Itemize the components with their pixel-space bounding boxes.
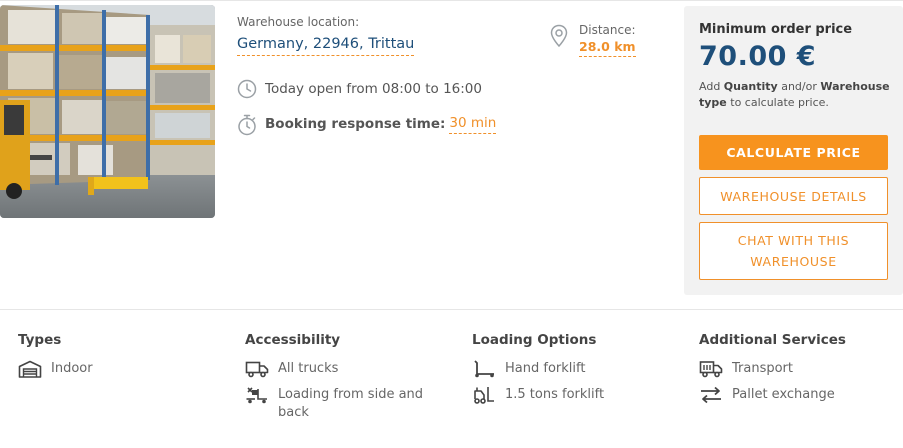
service-pallet-exchange: Pallet exchange: [732, 387, 835, 402]
min-order-price-value: 70.00 €: [699, 41, 817, 72]
price-hint-suffix: to calculate price.: [726, 96, 829, 109]
distance-value[interactable]: 28.0 km: [579, 39, 636, 57]
list-item: Transport: [699, 360, 846, 378]
map-pin-icon: [550, 24, 568, 48]
loading-options-section: Loading Options Hand forklift 1.5 tons f…: [472, 332, 604, 412]
hand-pallet-truck-icon: [472, 360, 496, 378]
calculate-price-button[interactable]: CALCULATE PRICE: [699, 135, 888, 170]
loading-dock-icon: [245, 386, 269, 404]
service-transport: Transport: [732, 361, 794, 376]
location-value[interactable]: Germany, 22946, Trittau: [237, 36, 415, 56]
clock-icon: [237, 79, 257, 99]
exchange-arrows-icon: [699, 386, 723, 404]
type-indoor: Indoor: [51, 361, 93, 376]
opening-hours-text: Today open from 08:00 to 16:00: [265, 81, 482, 97]
additional-services-title: Additional Services: [699, 332, 846, 348]
opening-hours: Today open from 08:00 to 16:00: [237, 79, 482, 99]
loading-tons-forklift: 1.5 tons forklift: [505, 387, 605, 402]
delivery-truck-icon: [699, 360, 723, 378]
warehouse-details-button[interactable]: WAREHOUSE DETAILS: [699, 177, 888, 215]
location-label: Warehouse location:: [237, 15, 360, 29]
loading-options-title: Loading Options: [472, 332, 597, 348]
response-time-value[interactable]: 30 min: [449, 115, 497, 134]
accessibility-title: Accessibility: [245, 332, 341, 348]
stopwatch-icon: [237, 114, 257, 136]
price-hint-quantity: Quantity: [723, 80, 778, 93]
chat-with-warehouse-button[interactable]: CHAT WITH THIS WAREHOUSE: [699, 222, 888, 280]
distance-label: Distance:: [579, 23, 636, 37]
accessibility-side-and-back: Loading from side and back: [278, 387, 424, 420]
response-time-label: Booking response time:: [265, 116, 446, 132]
list-item: Indoor: [18, 360, 93, 378]
list-item: Loading from side and back: [245, 386, 428, 422]
price-hint-and: and/or: [777, 80, 821, 93]
list-item: All trucks: [245, 360, 428, 378]
booking-response-time: Booking response time: 30 min: [237, 114, 497, 136]
loading-hand-forklift: Hand forklift: [505, 361, 586, 376]
forklift-icon: [472, 386, 496, 404]
warehouse-photo[interactable]: [0, 5, 215, 218]
price-hint-prefix: Add: [699, 80, 724, 93]
types-section: Types Indoor: [18, 332, 93, 386]
types-title: Types: [18, 332, 62, 348]
additional-services-section: Additional Services Transport Pallet exc…: [699, 332, 846, 412]
list-item: Hand forklift: [472, 360, 604, 378]
price-panel: Minimum order price 70.00 € Add Quantity…: [684, 6, 903, 295]
min-order-price-label: Minimum order price: [699, 22, 853, 37]
list-item: Pallet exchange: [699, 386, 846, 404]
price-hint: Add Quantity and/or Warehouse type to ca…: [699, 79, 894, 111]
section-divider: [0, 309, 903, 310]
truck-icon: [245, 360, 269, 378]
list-item: 1.5 tons forklift: [472, 386, 604, 404]
accessibility-section: Accessibility All trucks Loading from si…: [245, 332, 428, 430]
accessibility-all-trucks: All trucks: [278, 361, 339, 376]
warehouse-icon: [18, 360, 42, 378]
